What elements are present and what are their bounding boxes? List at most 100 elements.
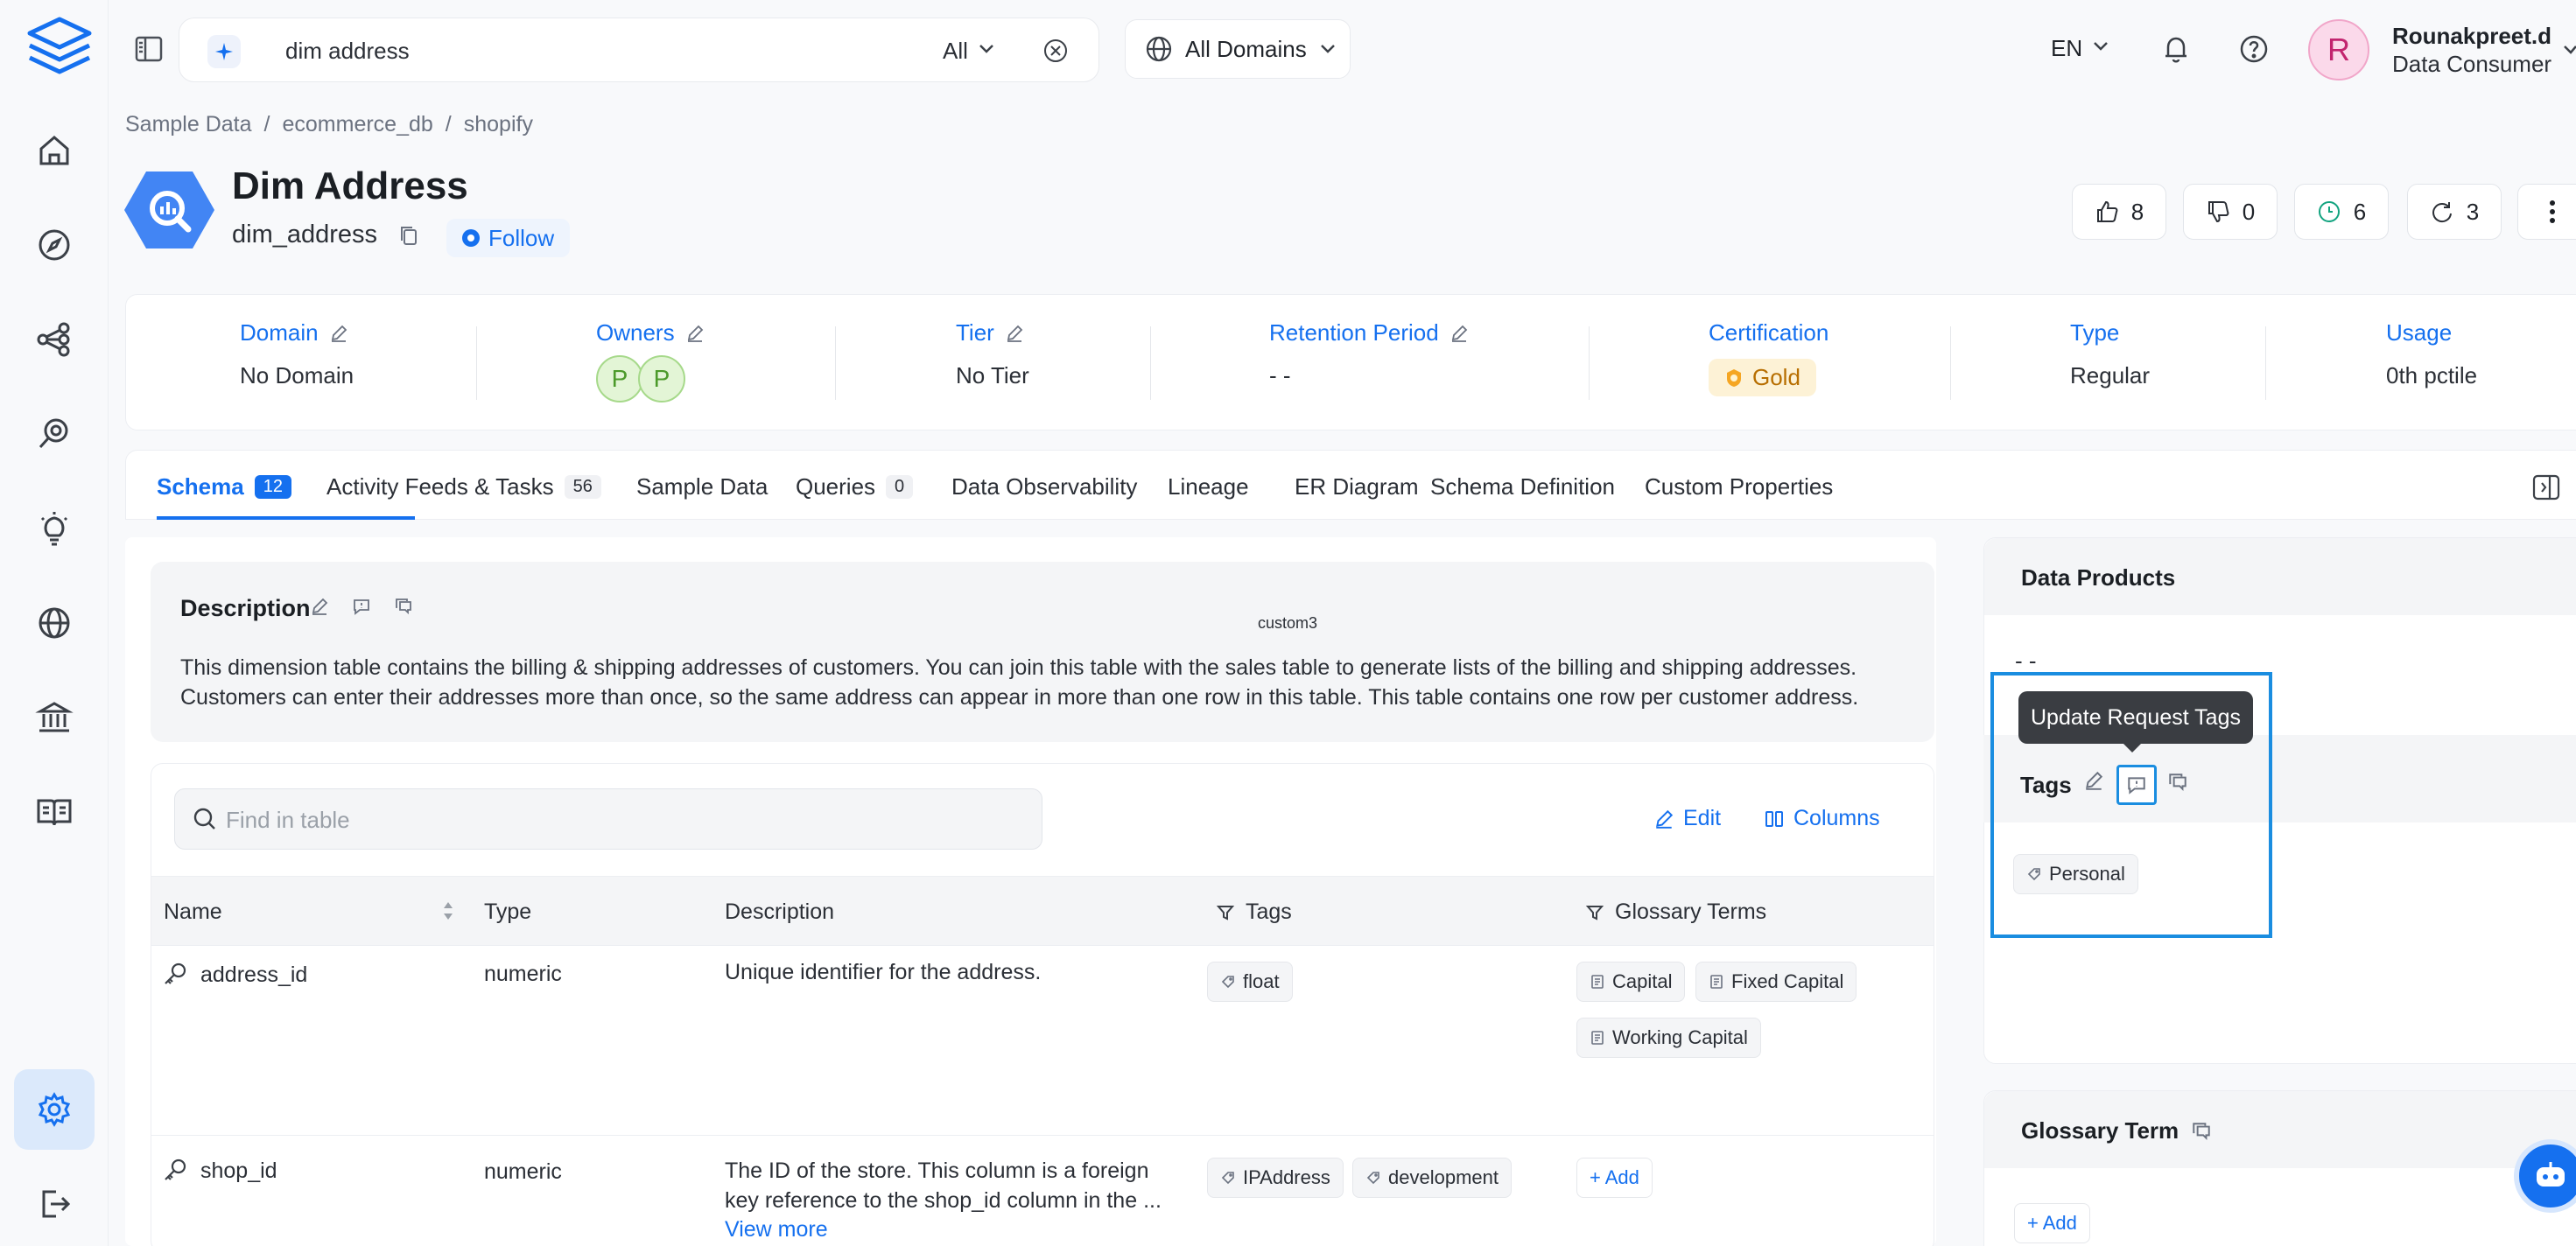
owner-avatar[interactable]: P xyxy=(596,355,643,402)
chevron-down-icon[interactable] xyxy=(978,43,995,55)
more-actions-button[interactable] xyxy=(2517,184,2576,240)
like-button[interactable]: 8 xyxy=(2072,184,2166,240)
info-usage-value: 0th pctile xyxy=(2386,362,2478,388)
edit-pencil-icon[interactable] xyxy=(1005,324,1024,343)
add-glossary-term-button[interactable]: + Add xyxy=(2014,1203,2090,1243)
glossary-chip[interactable]: Capital xyxy=(1576,962,1686,1002)
filter-icon[interactable] xyxy=(1585,903,1604,922)
tag-chip[interactable]: IPAddress xyxy=(1207,1158,1344,1198)
global-search-bar[interactable]: dim address All xyxy=(179,18,1099,82)
user-avatar[interactable]: R xyxy=(2308,19,2369,80)
tab-schema[interactable]: Schema 12 xyxy=(157,473,291,500)
tab-schema-definition[interactable]: Schema Definition xyxy=(1430,473,1615,500)
conversation-thread-icon[interactable] xyxy=(2167,772,2188,793)
language-selector[interactable]: EN xyxy=(2051,35,2082,62)
description-text: This dimension table contains the billin… xyxy=(180,655,1859,710)
column-name: address_id xyxy=(200,962,308,987)
edit-pencil-icon[interactable] xyxy=(329,324,348,343)
tab-sample-data[interactable]: Sample Data xyxy=(636,473,768,500)
conversation-thread-icon[interactable] xyxy=(394,597,413,616)
chevron-down-icon[interactable] xyxy=(2092,40,2109,52)
table-row-name[interactable]: shop_id xyxy=(162,1158,277,1184)
breadcrumb-item[interactable]: ecommerce_db xyxy=(282,112,432,137)
tab-queries[interactable]: Queries 0 xyxy=(796,473,914,500)
sidebar-toggle-icon[interactable] xyxy=(133,33,165,65)
tooltip: Update Request Tags xyxy=(2018,691,2253,744)
follow-button[interactable]: Follow xyxy=(446,219,571,257)
tab-lineage[interactable]: Lineage xyxy=(1168,473,1249,500)
dislike-button[interactable]: 0 xyxy=(2183,184,2278,240)
help-icon[interactable] xyxy=(2238,33,2270,65)
column-header-glossary-terms[interactable]: Glossary Terms xyxy=(1585,900,1766,925)
certification-badge[interactable]: Gold xyxy=(1709,359,1816,396)
nav-home-icon[interactable] xyxy=(14,110,95,191)
sort-icon[interactable] xyxy=(442,900,454,922)
tab-er-diagram[interactable]: ER Diagram xyxy=(1295,473,1419,500)
add-glossary-button[interactable]: + Add xyxy=(1576,1158,1653,1198)
edit-pencil-icon[interactable] xyxy=(310,597,329,616)
version-button[interactable]: 3 xyxy=(2407,184,2502,240)
table-row-name[interactable]: address_id xyxy=(162,962,307,988)
tag-chip[interactable]: Personal xyxy=(2013,854,2138,894)
tab-activity-feeds[interactable]: Activity Feeds & Tasks 56 xyxy=(326,473,601,500)
owner-avatar[interactable]: P xyxy=(638,355,685,402)
nav-logout-icon[interactable] xyxy=(14,1164,95,1244)
breadcrumb-item[interactable]: shopify xyxy=(464,112,533,137)
nav-observability-icon[interactable] xyxy=(14,394,95,474)
glossary-chip[interactable]: Fixed Capital xyxy=(1695,962,1857,1002)
tag-label: Personal xyxy=(2049,863,2125,885)
notification-bell-icon[interactable] xyxy=(2160,33,2192,65)
domain-selector[interactable]: All Domains xyxy=(1125,19,1351,79)
user-name[interactable]: Rounakpreet.d xyxy=(2392,23,2551,50)
column-header-label: Type xyxy=(484,900,532,924)
view-more-link[interactable]: View more xyxy=(725,1217,828,1242)
glossary-chip[interactable]: Working Capital xyxy=(1576,1018,1761,1058)
nav-explore-icon[interactable] xyxy=(14,205,95,285)
find-in-table-input[interactable]: Find in table xyxy=(174,788,1042,850)
column-header-label: Name xyxy=(164,900,222,924)
chevron-down-icon xyxy=(1320,45,1335,53)
tag-chip[interactable]: float xyxy=(1207,962,1293,1002)
app-logo-icon[interactable] xyxy=(25,16,95,82)
edit-table-button[interactable]: Edit xyxy=(1653,806,1721,831)
nav-domains-icon[interactable] xyxy=(14,583,95,663)
breadcrumb-item[interactable]: Sample Data xyxy=(125,112,252,137)
column-name: shop_id xyxy=(200,1158,277,1183)
search-scope-select[interactable]: All xyxy=(943,38,968,65)
copy-icon[interactable] xyxy=(397,224,420,248)
edit-pencil-icon[interactable] xyxy=(1449,324,1469,343)
watchers-button[interactable]: 6 xyxy=(2294,184,2389,240)
certification-value: Gold xyxy=(1752,364,1800,390)
edit-pencil-icon[interactable] xyxy=(685,324,705,343)
tab-label: Data Observability xyxy=(951,473,1138,500)
filter-icon[interactable] xyxy=(1216,903,1235,922)
ai-search-icon[interactable] xyxy=(207,35,241,68)
request-description-icon[interactable] xyxy=(352,597,371,616)
glossary-term-card: Glossary Term + Add xyxy=(1983,1090,2576,1246)
nav-insights-icon[interactable] xyxy=(14,488,95,569)
search-input[interactable]: dim address xyxy=(285,38,410,65)
nav-lineage-icon[interactable] xyxy=(14,299,95,380)
nav-settings-icon[interactable] xyxy=(14,1069,95,1150)
nav-glossary-icon[interactable] xyxy=(14,772,95,852)
chevron-down-icon[interactable] xyxy=(2563,44,2576,56)
breadcrumb-separator: / xyxy=(263,112,270,136)
tab-label: Queries xyxy=(796,473,876,500)
column-description: Unique identifier for the address. xyxy=(725,960,1042,984)
tab-data-observability[interactable]: Data Observability xyxy=(951,473,1137,500)
nav-governance-icon[interactable] xyxy=(14,677,95,758)
tag-chip[interactable]: development xyxy=(1352,1158,1512,1198)
request-tags-button[interactable] xyxy=(2116,765,2157,805)
clear-search-icon[interactable] xyxy=(1042,38,1069,64)
conversation-thread-icon[interactable] xyxy=(2191,1121,2212,1142)
edit-pencil-icon[interactable] xyxy=(2083,770,2104,791)
domain-selector-label: All Domains xyxy=(1185,35,1307,62)
column-header-label: Tags xyxy=(1246,900,1292,924)
columns-icon xyxy=(1765,810,1783,827)
column-header-tags[interactable]: Tags xyxy=(1216,900,1292,925)
column-header-name[interactable]: Name xyxy=(164,900,222,925)
columns-button[interactable]: Columns xyxy=(1764,806,1880,831)
tab-custom-properties[interactable]: Custom Properties xyxy=(1645,473,1833,500)
globe-icon xyxy=(1146,36,1172,62)
collapse-right-panel-icon[interactable] xyxy=(2531,472,2561,502)
